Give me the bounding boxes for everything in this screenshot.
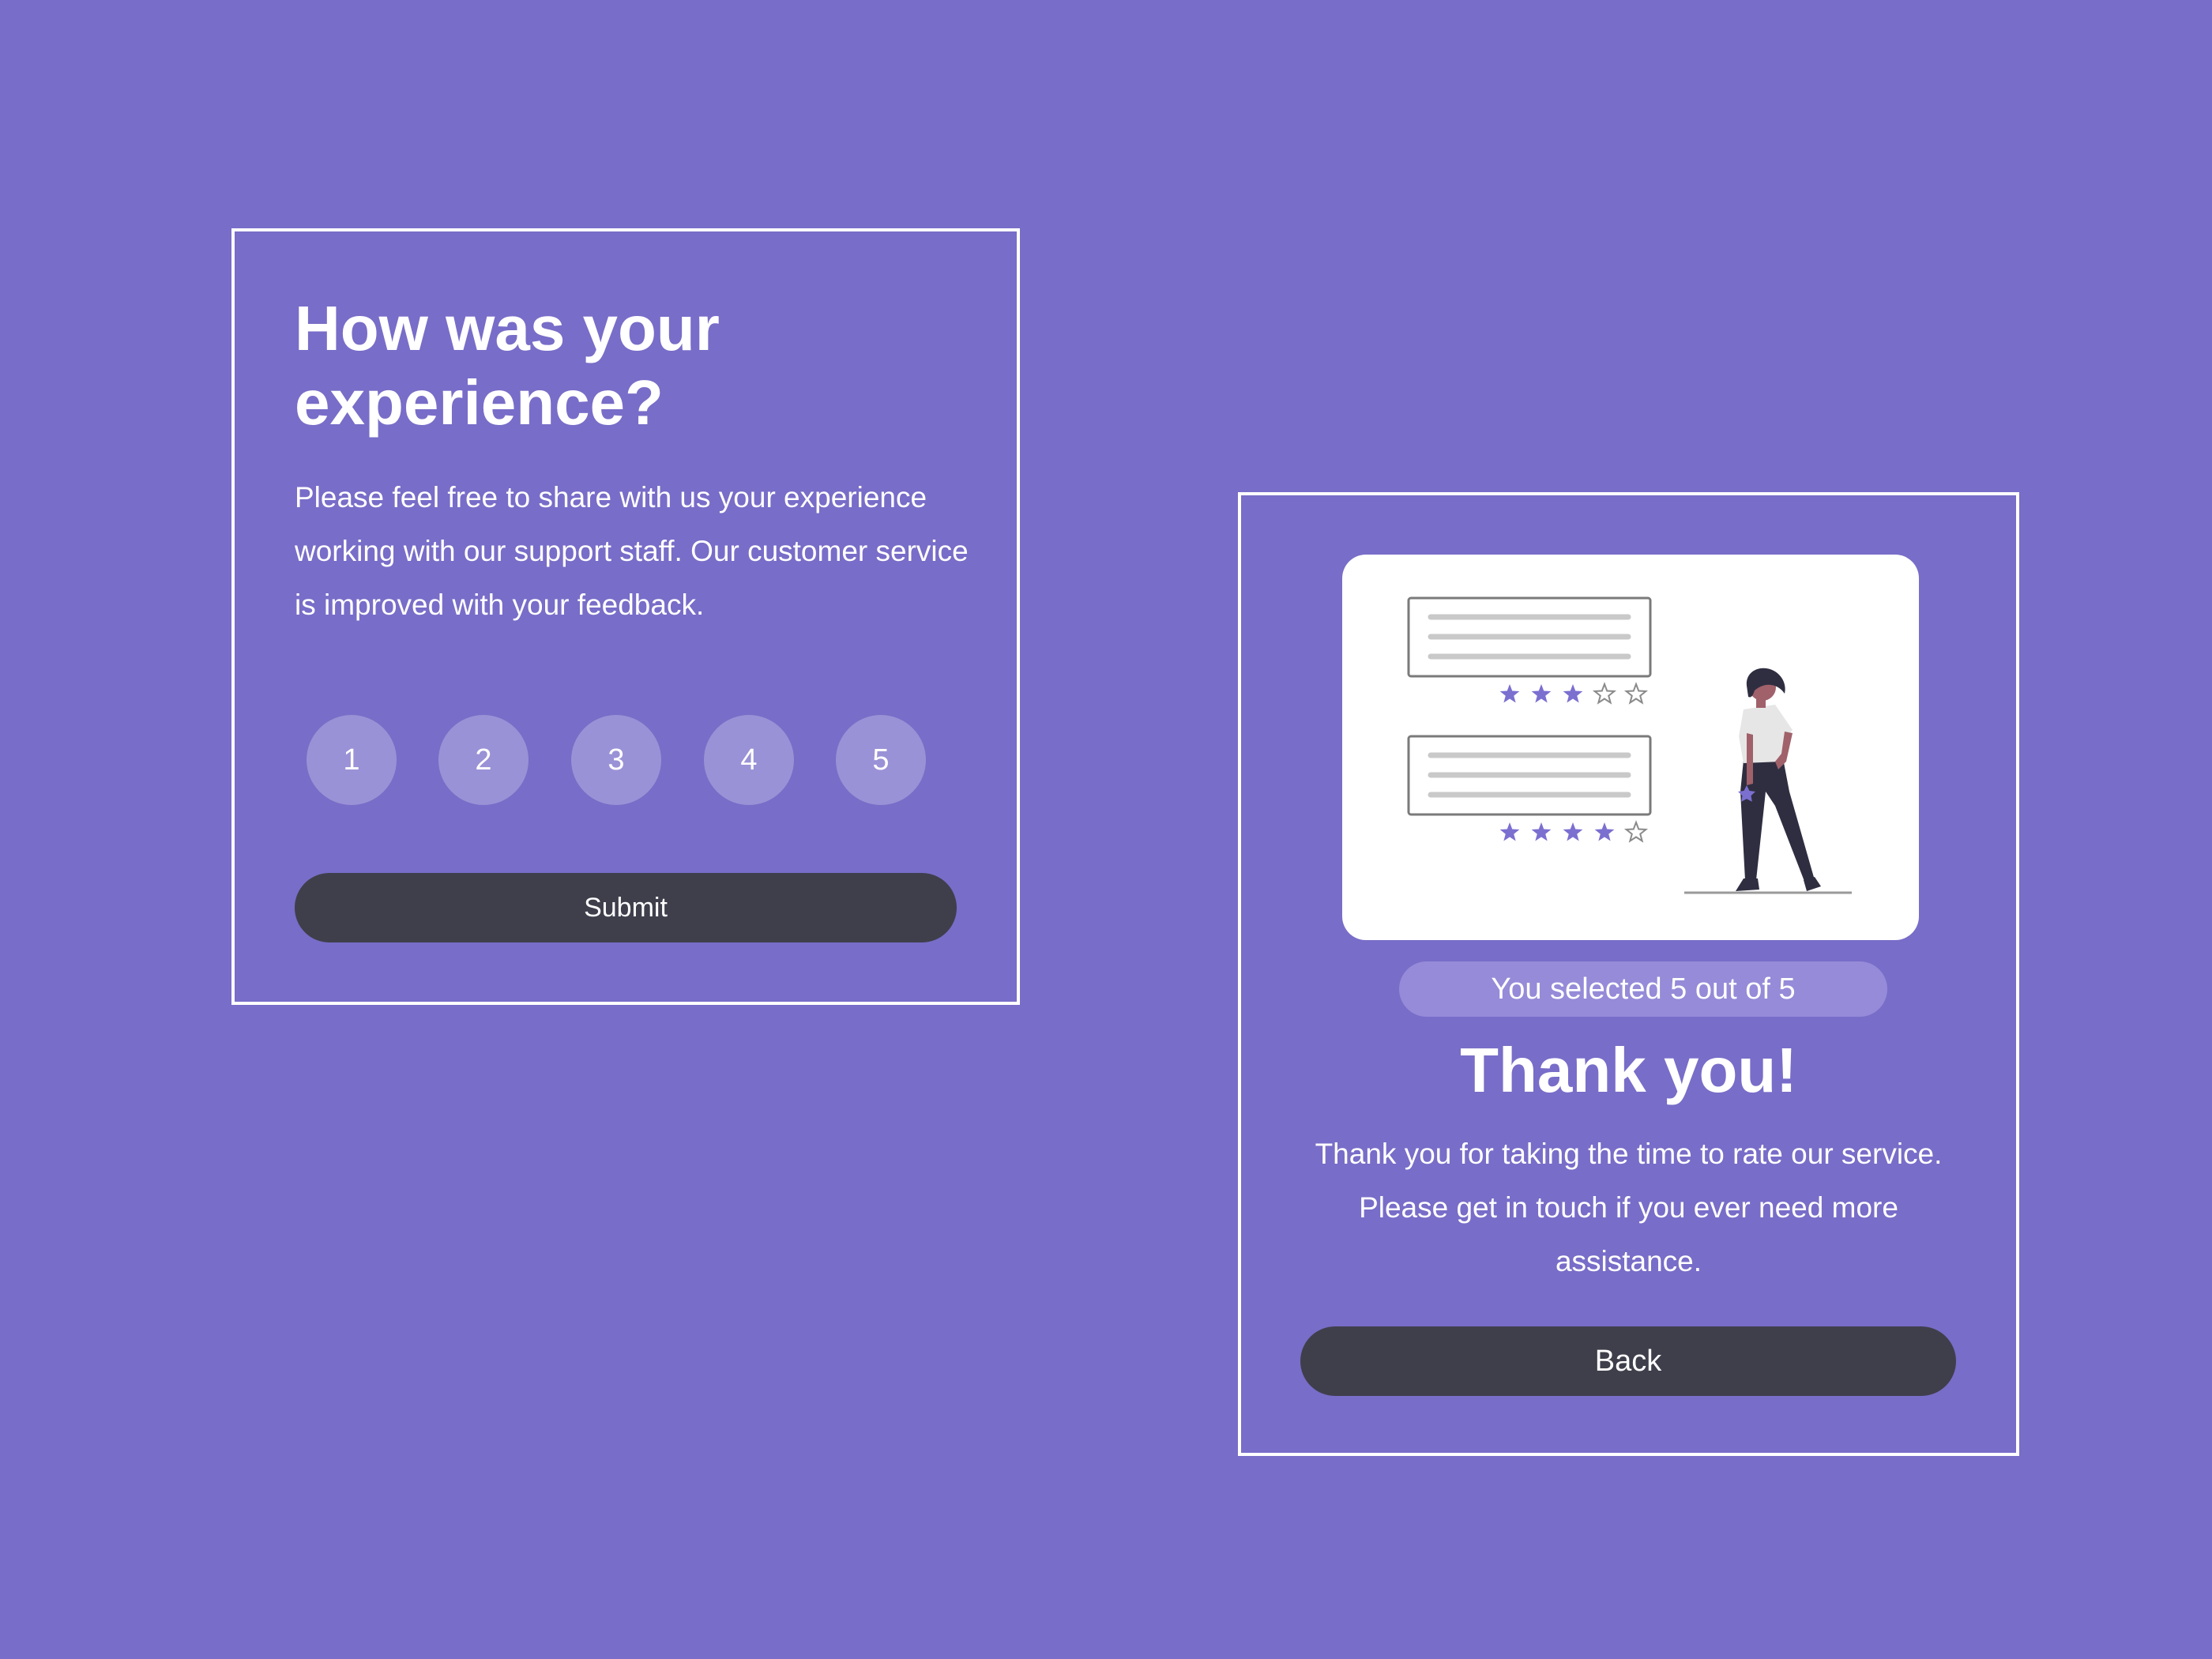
selected-rating-badge: You selected 5 out of 5 (1399, 961, 1887, 1017)
star-empty-icon (1623, 820, 1649, 843)
rating-options: 1 2 3 4 5 (307, 715, 962, 805)
review-illustration (1342, 555, 1919, 940)
star-filled-icon (1594, 822, 1615, 841)
rating-option-3[interactable]: 3 (571, 715, 661, 805)
review-stars-illustration-icon (1407, 596, 1852, 894)
star-filled-icon (1499, 822, 1520, 841)
star-empty-icon (1592, 682, 1617, 705)
back-button[interactable]: Back (1300, 1326, 1956, 1396)
rating-option-1[interactable]: 1 (307, 715, 397, 805)
review-2-stars (1499, 820, 1649, 843)
rating-option-5[interactable]: 5 (836, 715, 926, 805)
star-filled-icon (1563, 822, 1583, 841)
thank-you-message: Thank you for taking the time to rate ou… (1315, 1138, 1943, 1277)
thank-you-title: Thank you! (1460, 1035, 1797, 1105)
star-filled-icon (1499, 684, 1520, 703)
star-filled-icon (1531, 684, 1552, 703)
rating-description: Please feel free to share with us your e… (295, 481, 969, 621)
submit-button[interactable]: Submit (295, 873, 957, 942)
review-1-stars (1499, 682, 1649, 705)
star-filled-icon (1563, 684, 1583, 703)
thank-you-card: You selected 5 out of 5 Thank you! Thank… (1238, 492, 2019, 1456)
star-empty-icon (1623, 682, 1649, 705)
star-filled-icon (1531, 822, 1552, 841)
rating-option-4[interactable]: 4 (704, 715, 794, 805)
rating-title: How was your experience? (295, 293, 720, 438)
rating-option-2[interactable]: 2 (438, 715, 529, 805)
person-figure (1736, 668, 1821, 891)
